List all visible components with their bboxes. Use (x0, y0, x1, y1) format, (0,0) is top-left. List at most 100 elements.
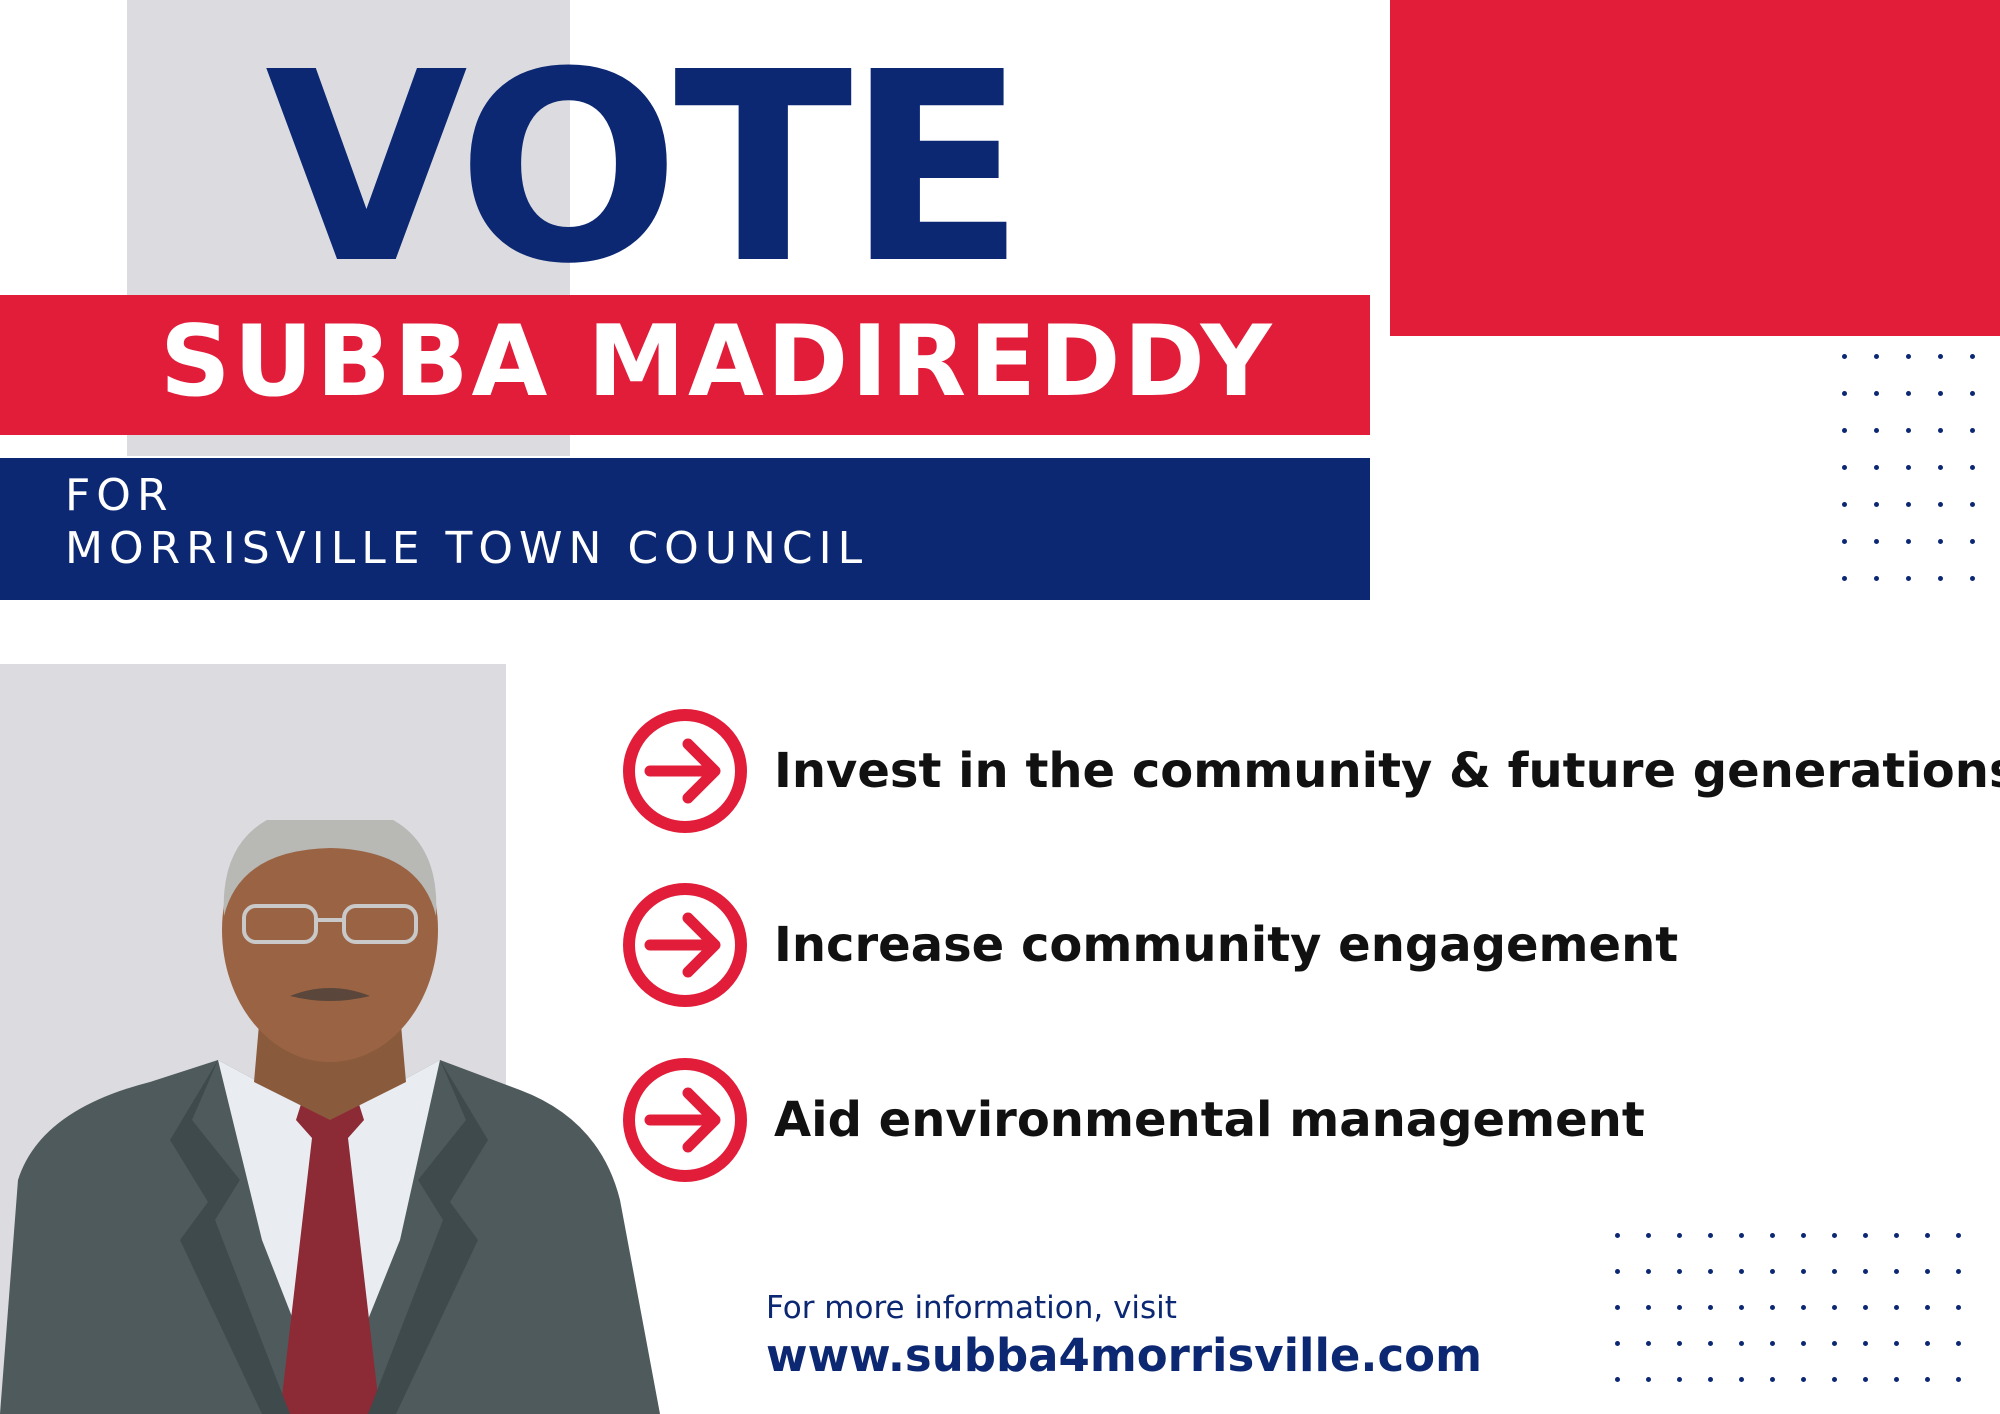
dot (1906, 354, 1911, 359)
dot (1801, 1341, 1806, 1346)
dot (1801, 1305, 1806, 1310)
dot (1894, 1341, 1899, 1346)
dot (1770, 1269, 1775, 1274)
dot (1863, 1341, 1868, 1346)
dot (1906, 465, 1911, 470)
dot (1938, 539, 1943, 544)
dot (1842, 428, 1847, 433)
dot (1938, 465, 1943, 470)
dot (1801, 1233, 1806, 1238)
dot (1615, 1305, 1620, 1310)
dot (1874, 465, 1879, 470)
dot (1906, 428, 1911, 433)
dot (1646, 1341, 1651, 1346)
red-corner-block (1390, 0, 2000, 336)
dot (1906, 576, 1911, 581)
dot (1832, 1233, 1837, 1238)
dot (1739, 1305, 1744, 1310)
dot (1874, 354, 1879, 359)
dot (1874, 576, 1879, 581)
dot (1842, 539, 1847, 544)
dot (1894, 1233, 1899, 1238)
platform-point-text: Invest in the community & future generat… (774, 743, 2000, 799)
dot (1677, 1341, 1682, 1346)
dot (1970, 428, 1975, 433)
platform-point-3: Aid environmental management (622, 1056, 1645, 1184)
dot (1938, 502, 1943, 507)
platform-point-text: Aid environmental management (774, 1092, 1645, 1148)
dot (1842, 502, 1847, 507)
dot (1801, 1269, 1806, 1274)
dot (1708, 1269, 1713, 1274)
dot (1956, 1305, 1961, 1310)
dot (1906, 539, 1911, 544)
dot (1646, 1233, 1651, 1238)
dot (1770, 1377, 1775, 1382)
dot (1956, 1377, 1961, 1382)
dot (1615, 1377, 1620, 1382)
dot (1970, 354, 1975, 359)
arrow-circle-icon (623, 883, 747, 1007)
dot (1863, 1233, 1868, 1238)
dot (1874, 502, 1879, 507)
dot (1925, 1377, 1930, 1382)
for-label: FOR (65, 470, 174, 521)
office-label: MORRISVILLE TOWN COUNCIL (65, 523, 869, 574)
dot (1770, 1233, 1775, 1238)
arrow-circle-icon (623, 709, 747, 833)
dot (1646, 1377, 1651, 1382)
dot (1677, 1305, 1682, 1310)
dot (1677, 1233, 1682, 1238)
dot (1615, 1269, 1620, 1274)
dot (1708, 1233, 1713, 1238)
dot (1739, 1341, 1744, 1346)
dot-pattern-top (1842, 354, 1975, 581)
dot (1970, 539, 1975, 544)
dot (1863, 1305, 1868, 1310)
dot (1842, 391, 1847, 396)
dot (1970, 576, 1975, 581)
dot (1646, 1269, 1651, 1274)
dot (1863, 1377, 1868, 1382)
vote-headline: VOTE (265, 16, 1026, 321)
candidate-name: SUBBA MADIREDDY (160, 305, 1275, 419)
dot (1925, 1341, 1930, 1346)
dot (1925, 1269, 1930, 1274)
dot (1956, 1233, 1961, 1238)
dot (1708, 1377, 1713, 1382)
dot (1646, 1305, 1651, 1310)
dot (1925, 1305, 1930, 1310)
dot (1938, 428, 1943, 433)
dot (1894, 1269, 1899, 1274)
dot (1832, 1377, 1837, 1382)
platform-point-text: Increase community engagement (774, 917, 1679, 973)
dot (1894, 1377, 1899, 1382)
platform-point-1: Invest in the community & future generat… (622, 707, 2000, 835)
dot (1956, 1341, 1961, 1346)
dot (1925, 1233, 1930, 1238)
dot (1938, 354, 1943, 359)
dot (1832, 1305, 1837, 1310)
dot (1832, 1341, 1837, 1346)
dot (1801, 1377, 1806, 1382)
dot-pattern-bottom (1615, 1233, 1961, 1382)
dot (1770, 1341, 1775, 1346)
dot (1874, 391, 1879, 396)
dot (1770, 1305, 1775, 1310)
dot (1874, 428, 1879, 433)
dot (1708, 1341, 1713, 1346)
more-info-text: For more information, visit (766, 1290, 1177, 1326)
dot (1938, 576, 1943, 581)
dot (1874, 539, 1879, 544)
dot (1739, 1377, 1744, 1382)
dot (1677, 1269, 1682, 1274)
platform-point-2: Increase community engagement (622, 881, 1678, 1009)
dot (1677, 1377, 1682, 1382)
dot (1970, 391, 1975, 396)
arrow-circle-icon (623, 1058, 747, 1182)
dot (1938, 391, 1943, 396)
dot (1894, 1305, 1899, 1310)
dot (1739, 1233, 1744, 1238)
website-link[interactable]: www.subba4morrisville.com (766, 1333, 1482, 1378)
dot (1842, 354, 1847, 359)
